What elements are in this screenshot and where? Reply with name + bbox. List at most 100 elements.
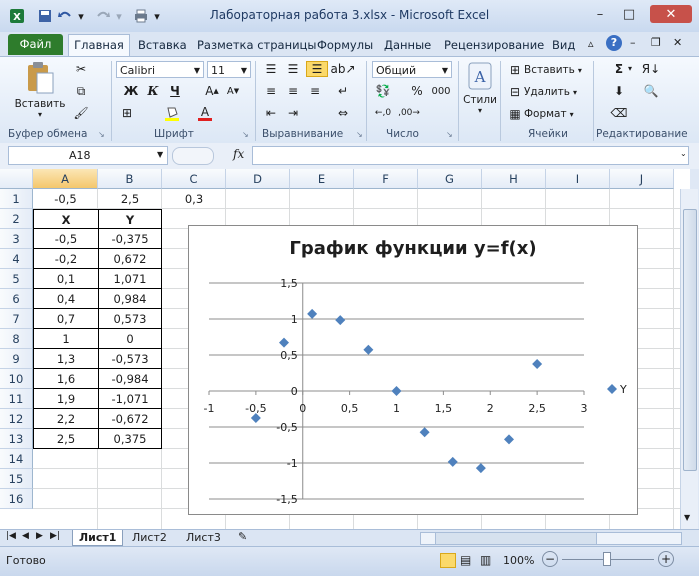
column-header-b[interactable]: B	[98, 169, 162, 189]
grow-font-icon[interactable]: A ▲	[203, 83, 221, 99]
cell-a11[interactable]: 1,9	[33, 389, 98, 409]
insert-cells-button[interactable]: ⊞ Вставить ▾	[506, 62, 582, 78]
insert-sheet-icon[interactable]: ✎	[238, 530, 247, 543]
sheet-tab-2[interactable]: Лист2	[126, 530, 173, 545]
align-left-icon[interactable]: ≡	[262, 83, 280, 99]
ribbon-minimize-icon[interactable]: ▵	[588, 37, 594, 50]
row-header-1[interactable]: 1	[0, 189, 33, 209]
select-all-corner[interactable]	[0, 169, 33, 189]
row-header-4[interactable]: 4	[0, 249, 33, 269]
shrink-font-icon[interactable]: A ▼	[224, 83, 242, 99]
formula-input[interactable]	[252, 146, 689, 165]
row-header-13[interactable]: 13	[0, 429, 33, 449]
cell-c1[interactable]: 0,3	[162, 189, 226, 209]
cell-a4[interactable]: -0,2	[33, 249, 98, 269]
cell-b11[interactable]: -1,071	[98, 389, 162, 409]
zoom-level[interactable]: 100%	[503, 554, 534, 567]
delete-cells-button[interactable]: ⊟ Удалить ▾	[506, 84, 577, 100]
font-color-icon[interactable]: A	[196, 105, 214, 121]
underline-button[interactable]: Ч	[166, 83, 184, 99]
page-layout-view-icon[interactable]: ▤	[460, 553, 471, 567]
zoom-in-button[interactable]: +	[658, 551, 674, 567]
vertical-scroll-thumb[interactable]	[683, 209, 697, 471]
wrap-text-icon[interactable]: ↵	[334, 83, 352, 99]
insert-function-button[interactable]: fx	[233, 147, 244, 161]
find-select-icon[interactable]: 🔍	[642, 83, 660, 99]
row-header-10[interactable]: 10	[0, 369, 33, 389]
fill-icon[interactable]: ⬇	[610, 83, 628, 99]
column-header-f[interactable]: F	[354, 169, 418, 189]
cell-b5[interactable]: 1,071	[98, 269, 162, 289]
maximize-button[interactable]: □	[617, 5, 641, 23]
tab-formulas[interactable]: Формулы	[317, 35, 373, 55]
column-header-h[interactable]: H	[482, 169, 546, 189]
row-header-8[interactable]: 8	[0, 329, 33, 349]
row-header-3[interactable]: 3	[0, 229, 33, 249]
fill-color-icon[interactable]	[163, 105, 181, 121]
workbook-restore-icon[interactable]: ❐	[651, 36, 661, 49]
autosum-icon[interactable]: Σ	[610, 61, 628, 77]
sheet-tab-3[interactable]: Лист3	[180, 530, 227, 545]
cell-a10[interactable]: 1,6	[33, 369, 98, 389]
name-box[interactable]: A18 ▼	[8, 146, 168, 165]
zoom-slider-thumb[interactable]	[603, 552, 611, 566]
last-sheet-icon[interactable]: ▶|	[50, 531, 60, 541]
minimize-button[interactable]: –	[588, 5, 612, 23]
tab-home[interactable]: Главная	[68, 34, 130, 57]
cell-b4[interactable]: 0,672	[98, 249, 162, 269]
cell-b3[interactable]: -0,375	[98, 229, 162, 249]
cell-a12[interactable]: 2,2	[33, 409, 98, 429]
autosum-dropdown-icon[interactable]: ▾	[628, 64, 632, 73]
increase-decimal-icon[interactable]: ←,0	[374, 105, 392, 121]
row-header-14[interactable]: 14	[0, 449, 33, 469]
row-header-6[interactable]: 6	[0, 289, 33, 309]
row-header-2[interactable]: 2	[0, 209, 33, 229]
cell-b12[interactable]: -0,672	[98, 409, 162, 429]
scroll-down-icon[interactable]: ▼	[684, 513, 690, 522]
cell-b1[interactable]: 2,5	[98, 189, 162, 209]
format-painter-icon[interactable]: 🖌	[72, 105, 90, 121]
decrease-decimal-icon[interactable]: ,00→	[398, 105, 420, 121]
workbook-close-icon[interactable]: ✕	[673, 36, 682, 49]
font-size-select[interactable]: 11 ▼	[207, 61, 251, 78]
cell-b10[interactable]: -0,984	[98, 369, 162, 389]
sheet-tab-1[interactable]: Лист1	[72, 530, 124, 546]
align-center-icon[interactable]: ≡	[284, 83, 302, 99]
row-header-16[interactable]: 16	[0, 489, 33, 509]
row-header-12[interactable]: 12	[0, 409, 33, 429]
align-bottom-icon[interactable]: ☰	[306, 61, 328, 77]
cell-a1[interactable]: -0,5	[33, 189, 98, 209]
column-header-c[interactable]: C	[162, 169, 226, 189]
italic-button[interactable]: К	[144, 83, 162, 99]
column-header-j[interactable]: J	[610, 169, 674, 189]
cell-b2[interactable]: Y	[98, 209, 162, 229]
cell-a7[interactable]: 0,7	[33, 309, 98, 329]
borders-icon[interactable]: ⊞	[118, 105, 136, 121]
row-header-7[interactable]: 7	[0, 309, 33, 329]
tab-review[interactable]: Рецензирование	[444, 35, 544, 55]
cell-a5[interactable]: 0,1	[33, 269, 98, 289]
expand-formula-bar-icon[interactable]: ⌄	[680, 149, 687, 158]
horizontal-scrollbar[interactable]	[420, 532, 682, 545]
next-sheet-icon[interactable]: ▶	[36, 531, 43, 541]
cell-b13[interactable]: 0,375	[98, 429, 162, 449]
cell-a8[interactable]: 1	[33, 329, 98, 349]
normal-view-icon[interactable]	[440, 553, 456, 568]
cell-b7[interactable]: 0,573	[98, 309, 162, 329]
clear-icon[interactable]: ⌫	[610, 105, 628, 121]
workbook-minimize-icon[interactable]: –	[630, 36, 636, 49]
percent-button[interactable]: %	[408, 83, 426, 99]
column-header-g[interactable]: G	[418, 169, 482, 189]
page-break-view-icon[interactable]: ▥	[480, 553, 491, 567]
align-top-icon[interactable]: ☰	[262, 61, 280, 77]
horizontal-scroll-thumb[interactable]	[435, 533, 597, 544]
vertical-scrollbar[interactable]: ▼	[680, 189, 698, 529]
first-sheet-icon[interactable]: |◀	[6, 531, 16, 541]
cell-a9[interactable]: 1,3	[33, 349, 98, 369]
sort-filter-icon[interactable]: Я↓	[642, 61, 660, 77]
column-header-d[interactable]: D	[226, 169, 290, 189]
column-header-i[interactable]: I	[546, 169, 610, 189]
row-header-9[interactable]: 9	[0, 349, 33, 369]
paste-button[interactable]: Вставить ▾	[14, 61, 66, 119]
increase-indent-icon[interactable]: ⇥	[284, 105, 302, 121]
